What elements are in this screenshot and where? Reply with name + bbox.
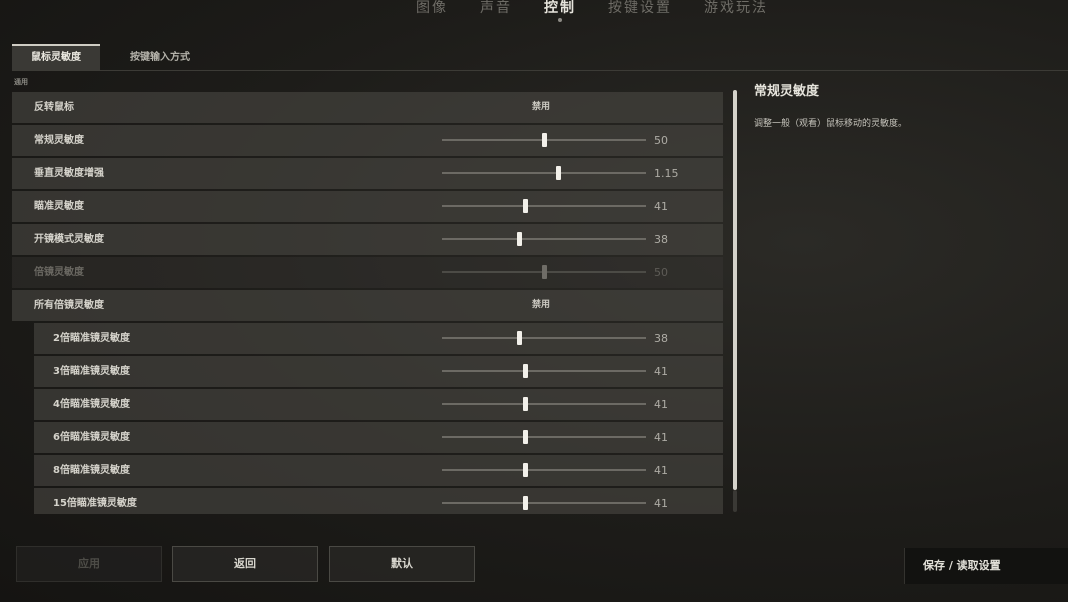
scrollbar-track[interactable]: [733, 490, 737, 512]
slider-value: 41: [654, 497, 668, 510]
general-sensitivity-slider[interactable]: [442, 133, 646, 147]
toggle-value[interactable]: 禁用: [532, 92, 550, 123]
row-all-scopes-sensitivity[interactable]: 所有倍镜灵敏度 禁用: [12, 290, 723, 321]
slider-value: 41: [654, 200, 668, 213]
slider-thumb[interactable]: [517, 232, 522, 246]
row-scope-15x: 15倍瞄准镜灵敏度 41: [34, 488, 723, 514]
vertical-multiplier-slider[interactable]: [442, 166, 646, 180]
scope-15x-slider[interactable]: [442, 496, 646, 510]
slider-value: 38: [654, 233, 668, 246]
tab-gameplay[interactable]: 游戏玩法: [688, 0, 784, 22]
subtab-bar: 鼠标灵敏度 按键输入方式: [12, 44, 1068, 71]
default-button[interactable]: 默认: [329, 546, 475, 582]
scope-8x-slider[interactable]: [442, 463, 646, 477]
row-label: 所有倍镜灵敏度: [34, 300, 104, 311]
row-scope-3x: 3倍瞄准镜灵敏度 41: [34, 356, 723, 387]
tab-graphics[interactable]: 图像: [400, 0, 464, 22]
slider-value: 50: [654, 134, 668, 147]
row-label: 反转鼠标: [34, 102, 74, 113]
row-scope-8x: 8倍瞄准镜灵敏度 41: [34, 455, 723, 486]
slider-thumb: [542, 265, 547, 279]
slider-value: 41: [654, 365, 668, 378]
settings-list: 反转鼠标 禁用 常规灵敏度 50 垂直灵敏度增强 1.15 瞄准灵敏度 41 开…: [12, 92, 724, 514]
slider-thumb[interactable]: [523, 496, 528, 510]
row-scope-6x: 6倍瞄准镜灵敏度 41: [34, 422, 723, 453]
row-label: 常规灵敏度: [34, 135, 84, 146]
slider-thumb[interactable]: [523, 430, 528, 444]
row-scope-sensitivity: 倍镜灵敏度 50: [12, 257, 723, 288]
row-scope-4x: 4倍瞄准镜灵敏度 41: [34, 389, 723, 420]
row-general-sensitivity: 常规灵敏度 50: [12, 125, 723, 156]
slider-thumb[interactable]: [523, 397, 528, 411]
scope-3x-slider[interactable]: [442, 364, 646, 378]
save-load-settings-button[interactable]: 保存 / 读取设置: [904, 548, 1068, 584]
slider-value: 38: [654, 332, 668, 345]
list-scrollbar[interactable]: [733, 90, 737, 490]
ads-sensitivity-slider[interactable]: [442, 232, 646, 246]
row-label: 4倍瞄准镜灵敏度: [53, 399, 130, 410]
row-invert-mouse[interactable]: 反转鼠标 禁用: [12, 92, 723, 123]
row-label: 垂直灵敏度增强: [34, 168, 104, 179]
row-label: 开镜模式灵敏度: [34, 234, 104, 245]
slider-thumb[interactable]: [523, 199, 528, 213]
row-label: 15倍瞄准镜灵敏度: [53, 498, 137, 509]
tab-sound[interactable]: 声音: [464, 0, 528, 22]
scope-sensitivity-slider: [442, 265, 646, 279]
slider-thumb[interactable]: [556, 166, 561, 180]
toggle-value[interactable]: 禁用: [532, 290, 550, 321]
subtab-mouse-sensitivity[interactable]: 鼠标灵敏度: [12, 44, 100, 70]
row-scope-2x: 2倍瞄准镜灵敏度 38: [34, 323, 723, 354]
slider-value: 41: [654, 431, 668, 444]
slider-value: 1.15: [654, 167, 679, 180]
slider-thumb[interactable]: [517, 331, 522, 345]
aim-sensitivity-slider[interactable]: [442, 199, 646, 213]
back-button[interactable]: 返回: [172, 546, 318, 582]
scope-6x-slider[interactable]: [442, 430, 646, 444]
row-label: 6倍瞄准镜灵敏度: [53, 432, 130, 443]
row-label: 2倍瞄准镜灵敏度: [53, 333, 130, 344]
top-nav: 图像 声音 控制 按键设置 游戏玩法: [400, 0, 784, 22]
tab-keybindings[interactable]: 按键设置: [592, 0, 688, 22]
row-label: 瞄准灵敏度: [34, 201, 84, 212]
scope-2x-slider[interactable]: [442, 331, 646, 345]
section-label: 通用: [14, 78, 28, 86]
apply-button[interactable]: 应用: [16, 546, 162, 582]
slider-thumb[interactable]: [542, 133, 547, 147]
subtab-key-input[interactable]: 按键输入方式: [110, 44, 210, 70]
help-title: 常规灵敏度: [754, 84, 820, 99]
row-ads-sensitivity: 开镜模式灵敏度 38: [12, 224, 723, 255]
row-label: 倍镜灵敏度: [34, 267, 84, 278]
row-vertical-multiplier: 垂直灵敏度增强 1.15: [12, 158, 723, 189]
row-label: 8倍瞄准镜灵敏度: [53, 465, 130, 476]
slider-value: 41: [654, 398, 668, 411]
row-aim-sensitivity: 瞄准灵敏度 41: [12, 191, 723, 222]
slider-thumb[interactable]: [523, 463, 528, 477]
slider-value: 50: [654, 266, 668, 279]
slider-thumb[interactable]: [523, 364, 528, 378]
scope-4x-slider[interactable]: [442, 397, 646, 411]
slider-value: 41: [654, 464, 668, 477]
row-label: 3倍瞄准镜灵敏度: [53, 366, 130, 377]
help-description: 调整一般（观看）鼠标移动的灵敏度。: [754, 119, 908, 129]
tab-control[interactable]: 控制: [528, 0, 592, 22]
